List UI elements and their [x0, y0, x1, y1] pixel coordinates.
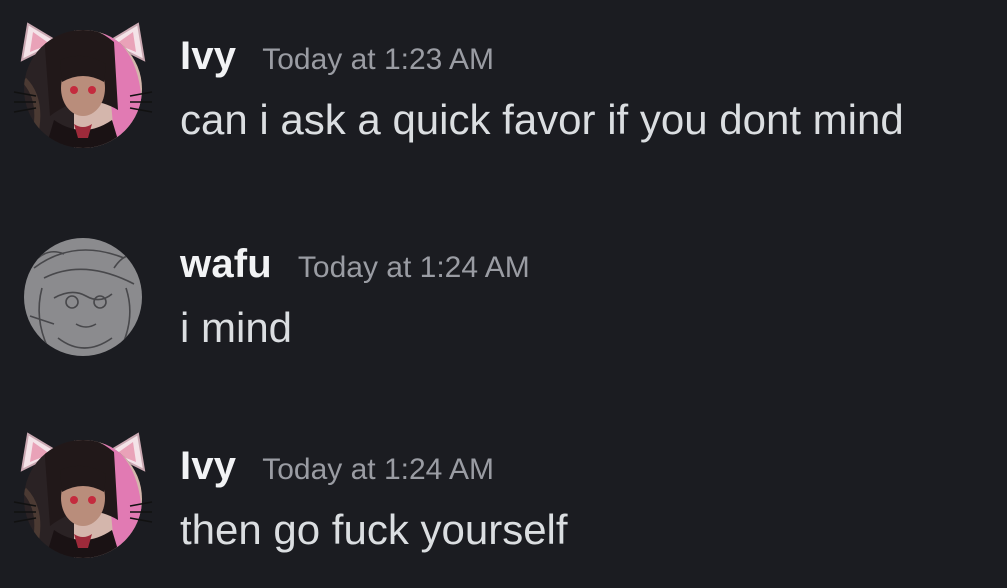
- username[interactable]: wafu: [180, 242, 272, 287]
- message-header: Ivy Today at 1:23 AM: [180, 34, 494, 79]
- message-header: wafu Today at 1:24 AM: [180, 242, 530, 287]
- message-content: i mind: [180, 304, 293, 351]
- cat-ear-girl-avatar-image: [13, 22, 153, 148]
- username[interactable]: Ivy: [180, 444, 236, 489]
- message-content: can i ask a quick favor if you dont mind: [180, 96, 904, 143]
- avatar[interactable]: [13, 20, 154, 160]
- timestamp: Today at 1:23 AM: [262, 43, 495, 76]
- timestamp: Today at 1:24 AM: [262, 453, 495, 486]
- message-item: wafu Today at 1:24 AM i mind: [0, 222, 1007, 372]
- message-content: then go fuck yourself: [180, 506, 568, 553]
- message-header: Ivy Today at 1:24 AM: [180, 444, 494, 489]
- message-item: Ivy Today at 1:24 AM then go fuck yourse…: [0, 424, 1007, 574]
- avatar[interactable]: [13, 430, 154, 570]
- chat-log: Ivy Today at 1:23 AM can i ask a quick f…: [0, 0, 1007, 588]
- message-item: Ivy Today at 1:23 AM can i ask a quick f…: [0, 14, 1007, 164]
- timestamp: Today at 1:24 AM: [297, 251, 530, 284]
- avatar[interactable]: [14, 228, 154, 368]
- sketch-avatar-image: [24, 238, 142, 356]
- cat-ear-girl-avatar-image: [13, 432, 153, 558]
- username[interactable]: Ivy: [180, 34, 236, 79]
